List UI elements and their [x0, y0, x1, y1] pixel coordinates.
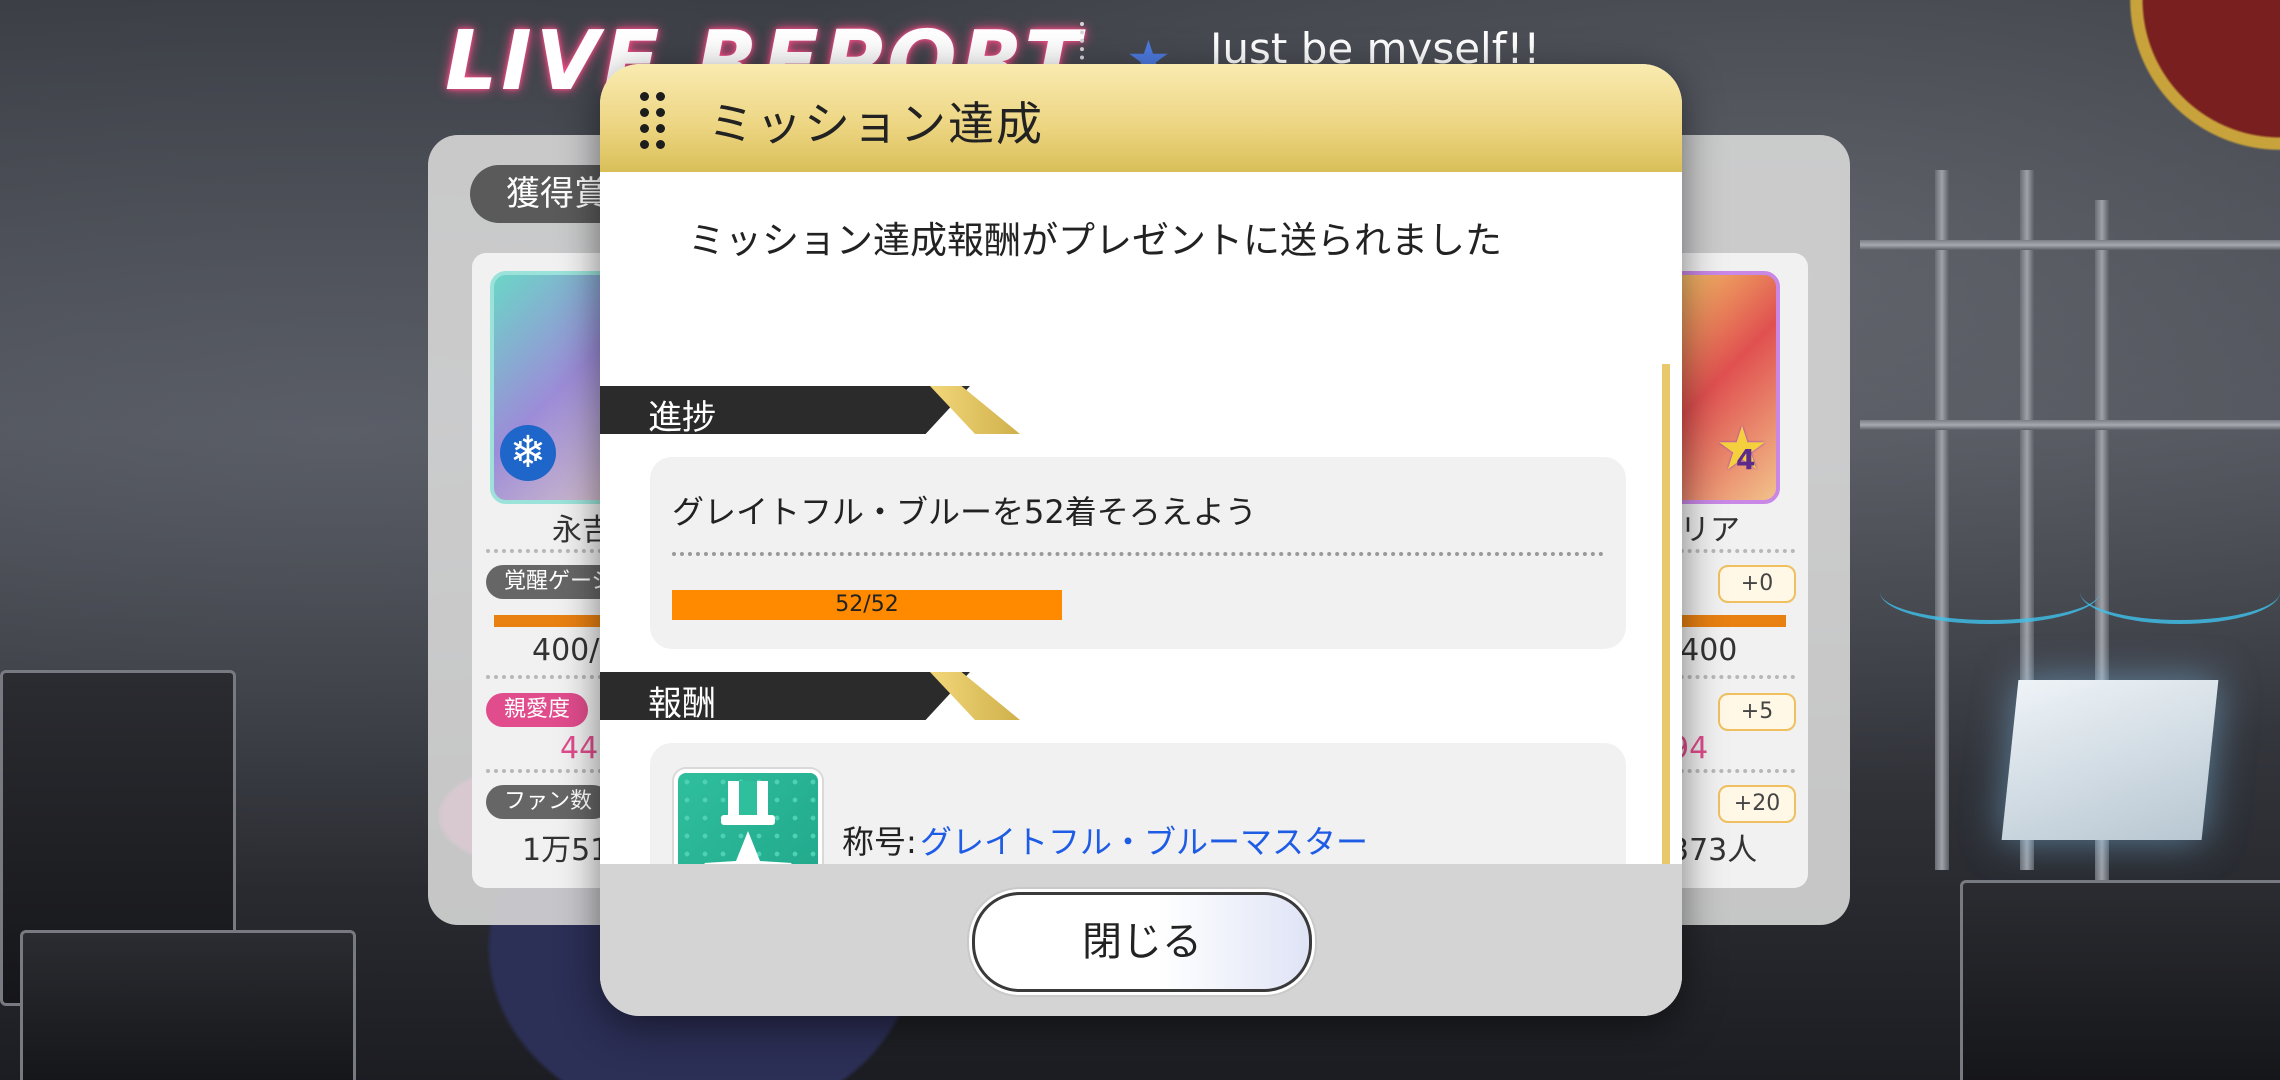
- idol-name: リア: [1680, 513, 1740, 548]
- rank-number: 4: [1736, 443, 1756, 476]
- fans-value: 1万51: [522, 833, 610, 868]
- equipment-case: [1960, 880, 2280, 1080]
- reward-section-label: 報酬: [648, 684, 716, 724]
- fans-value: 373人: [1670, 833, 1758, 868]
- dialog-footer: 閉じる: [600, 864, 1682, 1016]
- stage-truss: [1860, 420, 2280, 430]
- mission-progress-bar: 52/52: [672, 590, 1062, 620]
- stage-truss: [1860, 240, 2280, 250]
- reward-prefix: 称号:: [842, 823, 917, 861]
- affinity-label: 親愛度: [486, 693, 589, 727]
- fans-bonus-badge: +20: [1718, 785, 1796, 823]
- affinity-value: 44: [560, 731, 599, 766]
- divider: [672, 552, 1604, 556]
- progress-text: 52/52: [835, 592, 899, 617]
- dialog-header: ミッション達成: [600, 64, 1682, 172]
- equipment-case: [20, 930, 356, 1080]
- dialog-scroll-area[interactable]: 進捗 グレイトフル・ブルーを52着そろえよう 52/52 報酬 称号: グレイト…: [600, 294, 1682, 906]
- reward-title-link[interactable]: グレイトフル・ブルーマスター: [920, 817, 1368, 863]
- mission-complete-dialog: ミッション達成 ミッション達成報酬がプレゼントに送られました 進捗 グレイトフル…: [600, 64, 1682, 1016]
- dialog-title: ミッション達成: [708, 97, 1044, 151]
- progress-section-label: 進捗: [648, 398, 716, 438]
- mission-progress-box: グレイトフル・ブルーを52着そろえよう 52/52: [650, 457, 1626, 649]
- reward-section-header: 報酬: [600, 672, 1020, 724]
- grip-icon: [640, 92, 668, 149]
- progress-section-header: 進捗: [600, 386, 1020, 438]
- dialog-message: ミッション達成報酬がプレゼントに送られました: [688, 219, 1502, 262]
- header-divider: [1080, 22, 1088, 68]
- dialog-scrollbar[interactable]: [1662, 364, 1670, 884]
- scrollbar-thumb[interactable]: [1662, 364, 1670, 876]
- mission-text: グレイトフル・ブルーを52着そろえよう: [672, 493, 1257, 531]
- neon-light: [1880, 560, 2100, 624]
- affinity-bonus-badge: +5: [1718, 693, 1796, 731]
- neon-light: [2080, 560, 2280, 624]
- close-button[interactable]: 閉じる: [972, 892, 1312, 992]
- fans-label: ファン数: [486, 785, 611, 819]
- gauge-value: 400/: [532, 633, 600, 668]
- gauge-bonus-badge: +0: [1718, 565, 1796, 603]
- stage-curtain: [2110, 0, 2280, 180]
- stage-truss: [1935, 170, 1949, 870]
- ice-crystal-icon: ❄: [500, 425, 556, 481]
- light-panel: [2001, 680, 2219, 840]
